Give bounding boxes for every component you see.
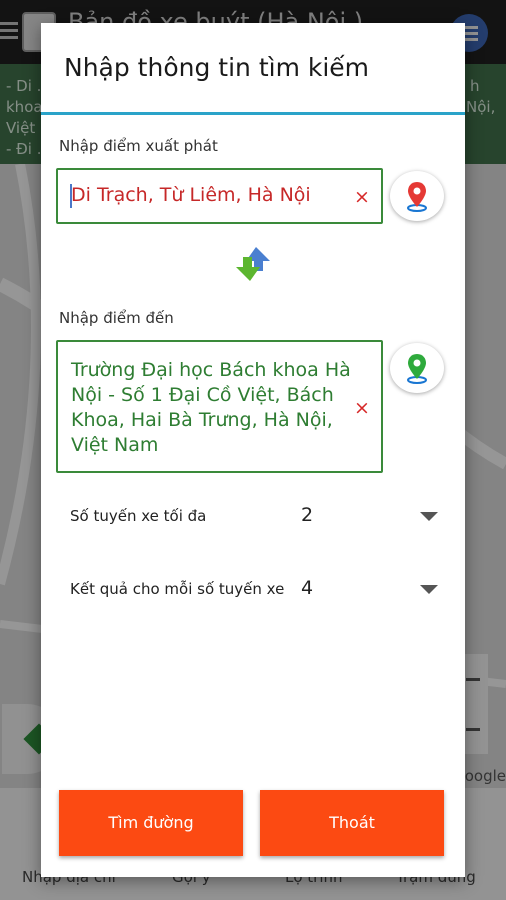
max-routes-label: Số tuyến xe tối đa	[70, 507, 207, 525]
destination-pin-button[interactable]	[390, 343, 444, 393]
destination-line: Trường Đại học Bách khoa Hà	[71, 359, 351, 381]
exit-button[interactable]: Thoát	[260, 790, 444, 856]
max-routes-value: 2	[301, 504, 314, 526]
chevron-down-icon[interactable]	[420, 585, 438, 594]
start-input[interactable]: Di Trạch, Từ Liêm, Hà Nội ×	[56, 168, 383, 224]
dialog-title: Nhập thông tin tìm kiếm	[64, 53, 370, 82]
destination-line: Việt Nam	[71, 434, 159, 456]
destination-line: Khoa, Hai Bà Trưng, Hà Nội,	[71, 409, 333, 431]
search-dialog: Nhập thông tin tìm kiếm Nhập điểm xuất p…	[41, 23, 465, 877]
results-per-route-value: 4	[301, 577, 314, 599]
results-per-route-label: Kết quả cho mỗi số tuyến xe	[70, 580, 285, 598]
red-location-pin-icon	[407, 182, 427, 212]
chevron-down-icon[interactable]	[420, 512, 438, 521]
start-pin-button[interactable]	[390, 171, 444, 221]
destination-input[interactable]: Trường Đại học Bách khoa Hà Nội - Số 1 Đ…	[56, 340, 383, 473]
destination-line: Nội - Số 1 Đại Cồ Việt, Bách	[71, 384, 334, 406]
start-value: Di Trạch, Từ Liêm, Hà Nội	[71, 184, 311, 206]
green-location-pin-icon	[407, 354, 427, 384]
destination-value: Trường Đại học Bách khoa Hà Nội - Số 1 Đ…	[71, 358, 351, 458]
swap-arrows-icon[interactable]	[234, 245, 274, 283]
clear-start-icon[interactable]: ×	[354, 187, 370, 207]
clear-destination-icon[interactable]: ×	[354, 398, 370, 418]
search-route-button[interactable]: Tìm đường	[59, 790, 243, 856]
dialog-header: Nhập thông tin tìm kiếm	[41, 23, 465, 115]
start-label: Nhập điểm xuất phát	[59, 137, 218, 155]
destination-label: Nhập điểm đến	[59, 309, 174, 327]
